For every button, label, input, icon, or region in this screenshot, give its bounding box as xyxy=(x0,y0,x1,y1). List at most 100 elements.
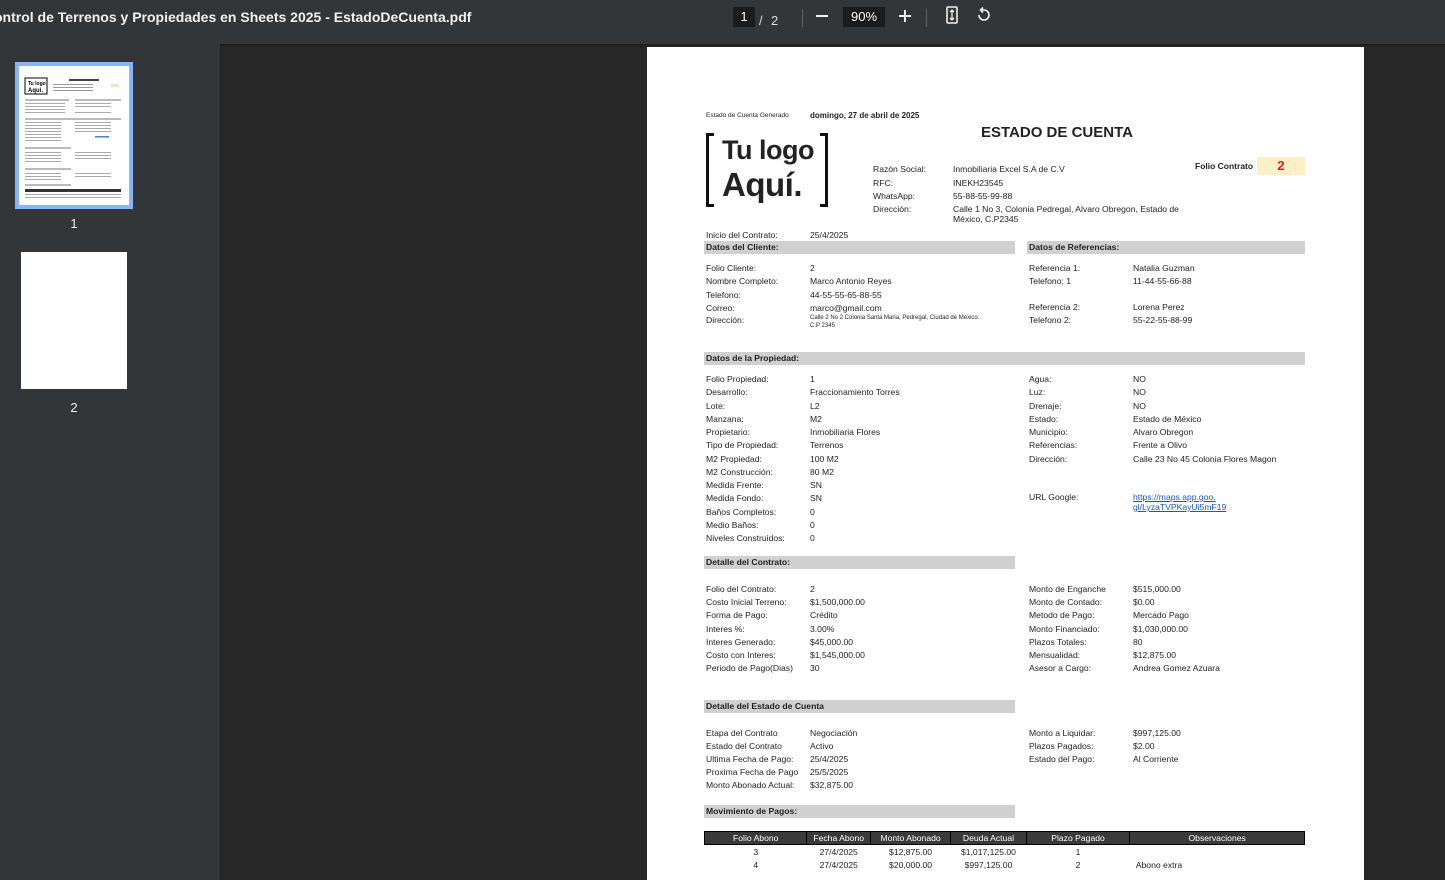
estado-value: Negociación xyxy=(810,728,858,738)
table-header-cell: Observaciones xyxy=(1129,831,1305,845)
company-value: Calle 1 No 3, Colonia Pedregal, Alvaro O… xyxy=(953,204,1179,214)
propiedad-label: Medida Fondo: xyxy=(706,493,764,504)
propiedad-label: Municipio: xyxy=(1029,427,1068,437)
table-header-cell: Monto Abonado xyxy=(869,831,952,845)
table-cell: 3 xyxy=(753,846,759,857)
zoom-out-icon[interactable] xyxy=(810,6,834,28)
table-header-cell: Deuda Actual xyxy=(950,831,1027,845)
contrato-label: Metodo de Pago: xyxy=(1029,610,1095,621)
estado-label: Estado del Contrato xyxy=(706,741,782,751)
toolbar-divider xyxy=(926,9,927,27)
table-cell: 4 xyxy=(753,859,759,870)
generated-date: domingo, 27 de abril de 2025 xyxy=(810,111,920,120)
estado-label: Proxima Fecha de Pago xyxy=(706,767,799,777)
table-cell: Abono extra xyxy=(1135,859,1183,870)
estado-label: Plazos Pagados: xyxy=(1029,741,1094,751)
propiedad-label: M2 Construcción: xyxy=(706,466,773,477)
estado-value: Al Corriente xyxy=(1133,754,1179,764)
propiedad-value: 100 M2 xyxy=(810,453,839,464)
page-thumbnail-2[interactable] xyxy=(21,252,127,389)
zoom-level-input[interactable]: 90% xyxy=(843,7,885,27)
contrato-label: Interes Generado: xyxy=(706,636,776,647)
contrato-value: $0.00 xyxy=(1133,597,1155,608)
propiedad-value: NO xyxy=(1133,387,1146,398)
propiedad-label: Luz: xyxy=(1029,387,1046,398)
contrato-label: Folio del Contrato: xyxy=(706,584,777,594)
contrato-label: Monto Financiado: xyxy=(1029,623,1100,634)
company-logo: Tu logo Aquí. xyxy=(706,133,828,207)
propiedad-value: L2 xyxy=(810,400,820,411)
contrato-value: $1,545,000.00 xyxy=(810,650,865,660)
company-value: 55-88-55-99-88 xyxy=(953,191,1013,201)
table-cell xyxy=(1130,845,1305,859)
contrato-label: Costo Inicial Terreno: xyxy=(706,597,787,608)
contrato-label: Periodo de Pago(Dias) xyxy=(706,663,793,674)
referencia-label: Telefono 2: xyxy=(1029,315,1072,325)
propiedad-label: Tipo de Propiedad: xyxy=(706,440,779,451)
contrato-label: Costo con Interes: xyxy=(706,650,776,660)
propiedad-value: M2 xyxy=(810,413,822,424)
propiedad-value: Terrenos xyxy=(810,440,844,451)
cliente-label: Dirección: xyxy=(706,315,745,325)
propiedad-label: Referencias: xyxy=(1029,440,1078,451)
page-thumbnail-1[interactable]: Tu logo Aquí. xyxy=(15,62,133,209)
contrato-value: 2 xyxy=(810,584,815,594)
table-cell: 1 xyxy=(1075,846,1081,857)
cliente-value: 2 xyxy=(810,263,815,273)
propiedad-value: 1 xyxy=(810,374,815,384)
table-row: 3 27/4/2025 $12,875.00 $1,017,125.00 1 xyxy=(705,845,1305,859)
section-header-estado: Detalle del Estado de Cuenta xyxy=(704,700,1015,713)
propiedad-label: Baños Completos: xyxy=(706,506,777,517)
url-google-link[interactable]: https://maps.app.goo. xyxy=(1133,492,1216,502)
company-value: Inmobiliaria Excel S.A de C.V xyxy=(953,164,1065,174)
contrato-value: 3.00% xyxy=(810,623,835,634)
contrato-label: Interes %: xyxy=(706,623,745,634)
propiedad-label: Estado: xyxy=(1029,413,1059,424)
section-header-contrato: Detalle del Contrato: xyxy=(704,556,1015,569)
cliente-value: Marco Antonio Reyes xyxy=(810,276,892,286)
svg-text:Tu logo: Tu logo xyxy=(28,81,46,87)
estado-label: Etapa del Contrato xyxy=(706,728,778,738)
company-label: RFC: xyxy=(873,178,894,188)
page-number-input[interactable]: 1 xyxy=(733,7,755,27)
referencia-label: Telefono: 1 xyxy=(1029,276,1072,286)
propiedad-value: Alvaro Obregon xyxy=(1133,427,1194,437)
table-cell: $12,875.00 xyxy=(889,846,933,857)
referencia-value: 55-22-55-88-99 xyxy=(1133,315,1193,325)
pdf-page: Estado de Cuenta Generado domingo, 27 de… xyxy=(647,47,1364,880)
propiedad-value: Fraccionamiento Torres xyxy=(810,387,900,398)
contrato-value: $1,500,000.00 xyxy=(810,597,865,608)
folio-contrato-value: 2 xyxy=(1257,157,1305,175)
contrato-value: $12,875.00 xyxy=(1133,650,1177,660)
zoom-in-icon[interactable] xyxy=(893,6,917,28)
svg-text:Aquí.: Aquí. xyxy=(28,88,43,94)
payments-table: Folio Abono Fecha Abono Monto Abonado Deuda… xyxy=(703,831,1305,871)
contrato-value: Andrea Gomez Azuara xyxy=(1133,663,1220,674)
thumbnail-sidebar: Tu logo Aquí. 1 2 xyxy=(0,44,221,880)
propiedad-value: 0 xyxy=(810,506,815,517)
propiedad-label: Manzana: xyxy=(706,413,744,424)
propiedad-value: 80 M2 xyxy=(810,466,834,477)
cliente-label: Nombre Completo: xyxy=(706,276,779,286)
cliente-value: 44-55-55-65-88-55 xyxy=(810,290,882,300)
estado-value: 25/4/2025 xyxy=(810,754,849,764)
url-google-link[interactable]: gl/LyzaTVPKayUi5mF19 xyxy=(1133,502,1226,512)
cliente-label: Folio Cliente: xyxy=(706,263,757,273)
contrato-value: Mercado Pago xyxy=(1133,610,1189,621)
contrato-label: Plazos Totales: xyxy=(1029,636,1087,647)
propiedad-label: Lote: xyxy=(706,400,726,411)
referencia-value: 11-44-55-66-88 xyxy=(1133,276,1192,286)
estado-label: Monto Abonado Actual: xyxy=(706,780,795,790)
fit-page-icon[interactable] xyxy=(940,6,964,28)
propiedad-label: Dirección: xyxy=(1029,453,1068,464)
propiedad-label: Propietario: xyxy=(706,427,750,437)
folio-contrato-label: Folio Contrato xyxy=(1195,161,1254,171)
document-title: ontrol de Terrenos y Propiedades en Shee… xyxy=(0,9,472,25)
propiedad-value: 0 xyxy=(810,519,815,530)
rotate-icon[interactable] xyxy=(972,6,996,28)
propiedad-label: Medida Frente: xyxy=(706,480,764,490)
propiedad-label: Medio Baños: xyxy=(706,519,759,530)
cliente-value: marco@gmail.com xyxy=(810,303,882,313)
page-thumbnail-label: 1 xyxy=(70,216,78,231)
table-cell: $20,000.00 xyxy=(889,859,933,870)
